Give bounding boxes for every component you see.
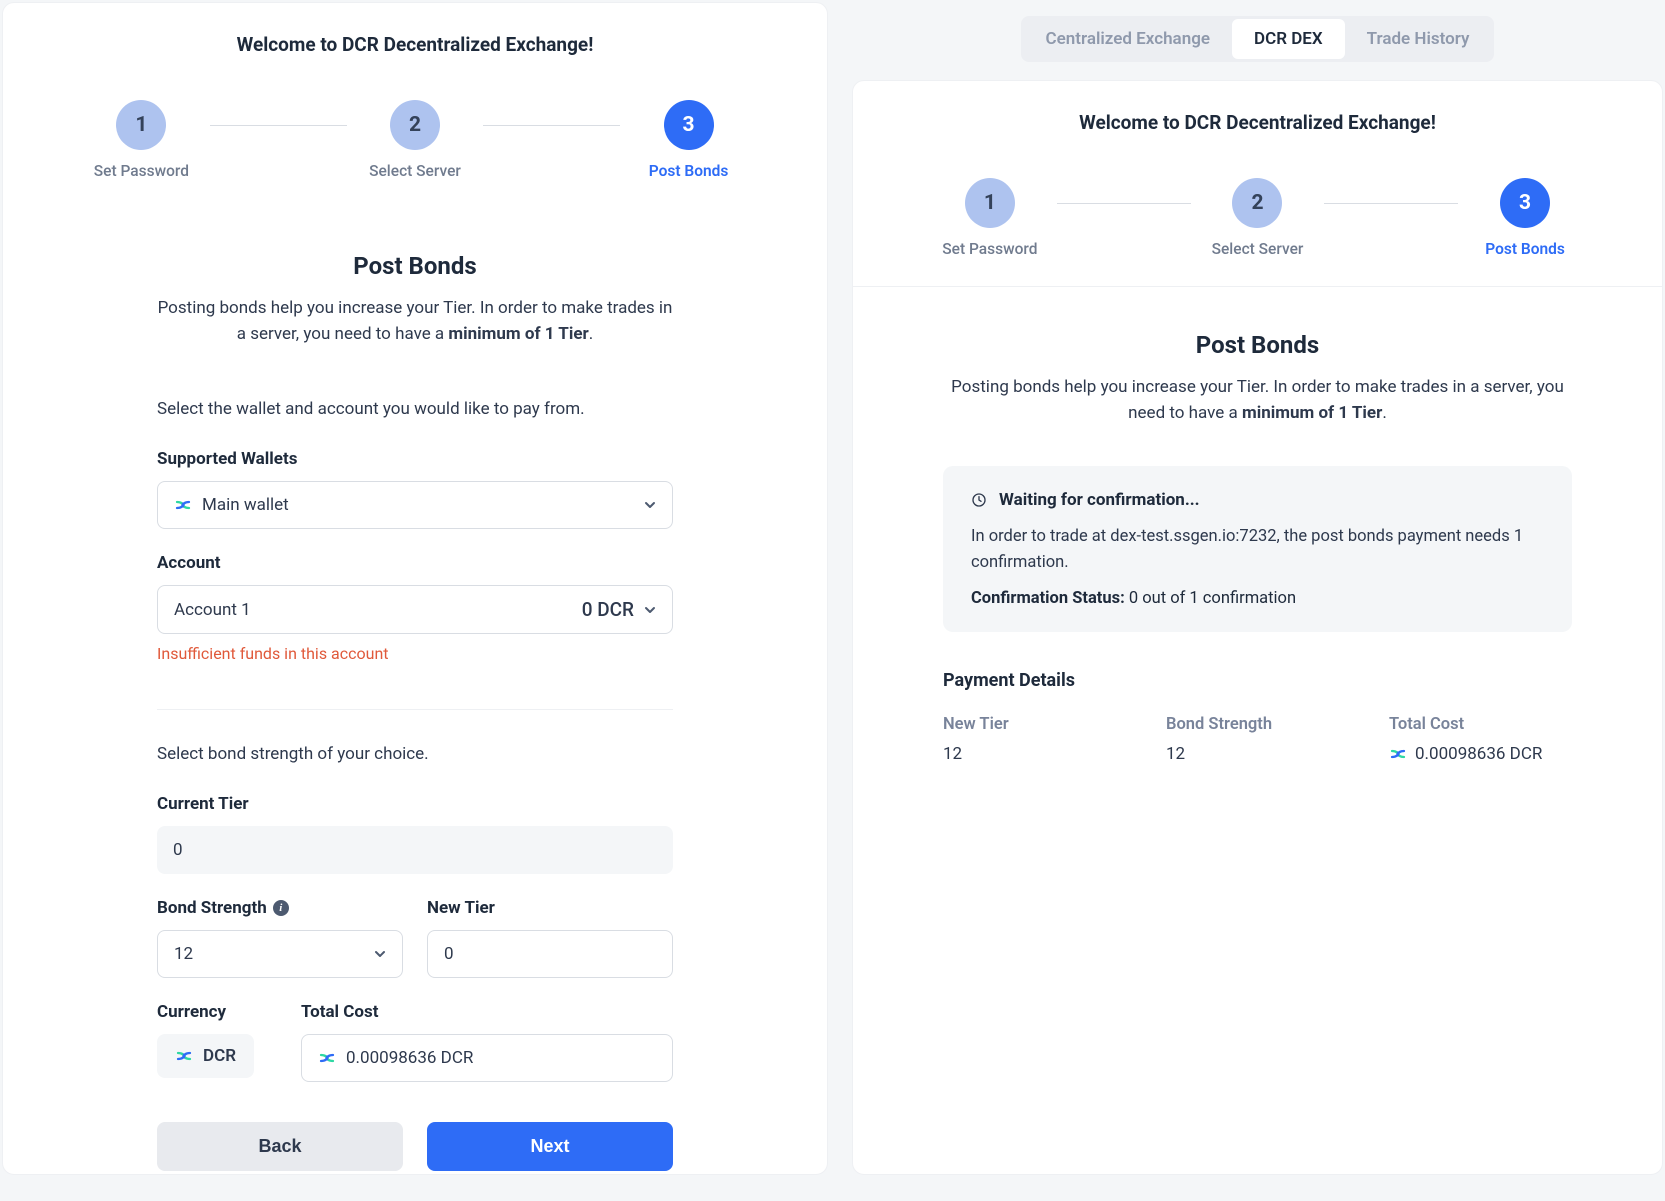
stepper: 1 Set Password 2 Select Server 3 Post Bo… xyxy=(883,178,1632,258)
total-cost-label: Total Cost xyxy=(301,1002,673,1022)
section-title: Post Bonds xyxy=(157,252,673,280)
back-button[interactable]: Back xyxy=(157,1122,403,1171)
new-tier-label: New Tier xyxy=(427,898,673,918)
dcr-icon xyxy=(1389,745,1407,763)
bond-strength-value: 12 xyxy=(174,944,193,964)
divider xyxy=(157,709,673,710)
account-error: Insufficient funds in this account xyxy=(157,644,673,663)
step-2-label: Select Server xyxy=(369,162,461,180)
section-subtitle-text: Posting bonds help you increase your Tie… xyxy=(158,298,673,344)
bond-strength-label-text: Bond Strength xyxy=(157,898,267,918)
step-3-circle: 3 xyxy=(1500,178,1550,228)
stepper: 1 Set Password 2 Select Server 3 Post Bo… xyxy=(33,100,797,180)
step-1-circle: 1 xyxy=(965,178,1015,228)
info-icon[interactable]: i xyxy=(273,900,289,916)
detail-total-cost-text: 0.00098636 DCR xyxy=(1415,744,1542,764)
detail-bond-strength-label: Bond Strength xyxy=(1166,715,1349,734)
dcr-icon xyxy=(318,1049,336,1067)
tab-dcr-dex[interactable]: DCR DEX xyxy=(1232,19,1345,59)
section-subtitle: Posting bonds help you increase your Tie… xyxy=(157,296,673,347)
step-line xyxy=(483,125,620,126)
total-cost-field: 0.00098636 DCR xyxy=(301,1034,673,1082)
current-tier-label: Current Tier xyxy=(157,794,673,814)
confirmation-heading: Waiting for confirmation... xyxy=(999,490,1200,510)
payment-details-title: Payment Details xyxy=(943,670,1572,691)
currency-value: DCR xyxy=(203,1046,236,1066)
current-tier-field: 0 xyxy=(157,826,673,874)
bond-strength-select[interactable]: 12 xyxy=(157,930,403,978)
payment-details-row: New Tier 12 Bond Strength 12 Total Cost xyxy=(943,715,1572,764)
section-subtitle-punct: . xyxy=(589,324,593,344)
current-tier-value: 0 xyxy=(173,840,183,860)
tab-trade-history[interactable]: Trade History xyxy=(1345,19,1492,59)
exchange-tabs: Centralized Exchange DCR DEX Trade Histo… xyxy=(1021,16,1495,62)
step-1-label: Set Password xyxy=(942,240,1037,258)
tab-centralized-exchange[interactable]: Centralized Exchange xyxy=(1024,19,1233,59)
chevron-down-icon xyxy=(644,604,656,616)
welcome-title: Welcome to DCR Decentralized Exchange! xyxy=(883,111,1632,134)
account-balance: 0 DCR xyxy=(582,598,634,621)
step-1-label: Set Password xyxy=(94,162,189,180)
section-subtitle-punct: . xyxy=(1382,403,1386,423)
step-2-circle: 2 xyxy=(1232,178,1282,228)
step-line xyxy=(210,125,347,126)
dcr-icon xyxy=(175,1047,193,1065)
account-value: Account 1 xyxy=(174,600,251,620)
detail-total-cost-label: Total Cost xyxy=(1389,715,1572,734)
confirmation-status-value: 0 out of 1 confirmation xyxy=(1129,589,1296,608)
wallet-select[interactable]: Main wallet xyxy=(157,481,673,529)
new-tier-value: 0 xyxy=(444,944,454,964)
bond-strength-label: Bond Strength i xyxy=(157,898,403,918)
supported-wallets-label: Supported Wallets xyxy=(157,449,673,469)
clock-icon xyxy=(971,492,987,508)
detail-total-cost-value: 0.00098636 DCR xyxy=(1389,744,1572,764)
total-cost-value: 0.00098636 DCR xyxy=(346,1048,473,1068)
wallet-select-prompt: Select the wallet and account you would … xyxy=(157,399,673,419)
section-subtitle: Posting bonds help you increase your Tie… xyxy=(943,375,1572,426)
step-1-circle: 1 xyxy=(116,100,166,150)
section-title: Post Bonds xyxy=(943,331,1572,359)
detail-bond-strength-value: 12 xyxy=(1166,744,1349,764)
currency-label: Currency xyxy=(157,1002,277,1022)
next-button[interactable]: Next xyxy=(427,1122,673,1171)
post-bonds-form-card: Welcome to DCR Decentralized Exchange! 1… xyxy=(2,2,828,1175)
currency-pill: DCR xyxy=(157,1034,254,1078)
confirmation-status-label: Confirmation Status: xyxy=(971,589,1129,608)
detail-new-tier-value: 12 xyxy=(943,744,1126,764)
post-bonds-confirmation-card: Welcome to DCR Decentralized Exchange! 1… xyxy=(852,80,1663,1175)
chevron-down-icon xyxy=(644,499,656,511)
step-3-label: Post Bonds xyxy=(1485,240,1565,258)
section-subtitle-bold: minimum of 1 Tier xyxy=(448,324,588,344)
section-subtitle-bold: minimum of 1 Tier xyxy=(1242,403,1382,423)
step-line xyxy=(1057,203,1191,204)
step-line xyxy=(1324,203,1458,204)
confirmation-box: Waiting for confirmation... In order to … xyxy=(943,466,1572,632)
new-tier-input[interactable]: 0 xyxy=(427,930,673,978)
chevron-down-icon xyxy=(374,948,386,960)
wallet-value: Main wallet xyxy=(202,495,289,515)
account-label: Account xyxy=(157,553,673,573)
step-2-label: Select Server xyxy=(1212,240,1304,258)
detail-new-tier-label: New Tier xyxy=(943,715,1126,734)
step-3-circle: 3 xyxy=(664,100,714,150)
bond-strength-prompt: Select bond strength of your choice. xyxy=(157,744,673,764)
account-select[interactable]: Account 1 0 DCR xyxy=(157,585,673,634)
step-2-circle: 2 xyxy=(390,100,440,150)
step-3-label: Post Bonds xyxy=(649,162,729,180)
confirmation-text: In order to trade at dex-test.ssgen.io:7… xyxy=(971,524,1544,575)
dcr-icon xyxy=(174,496,192,514)
confirmation-status: Confirmation Status: 0 out of 1 confirma… xyxy=(971,589,1544,608)
welcome-title: Welcome to DCR Decentralized Exchange! xyxy=(33,33,797,56)
